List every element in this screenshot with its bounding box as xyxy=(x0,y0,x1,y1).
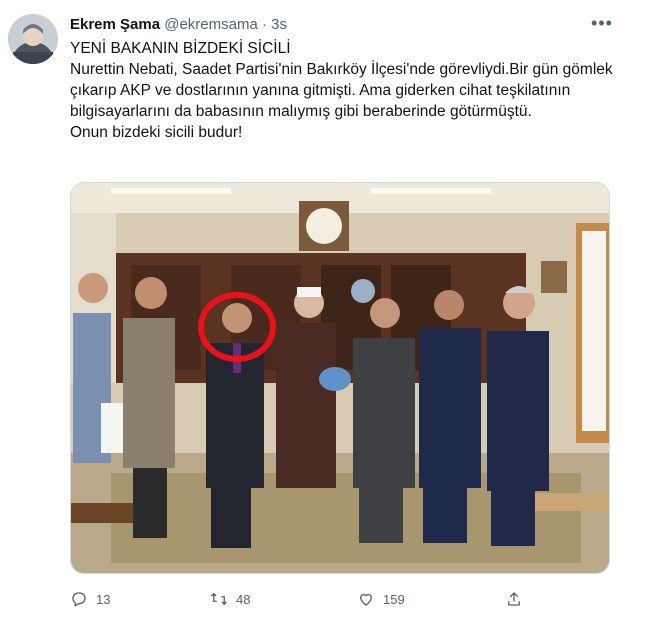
like-button[interactable]: 159 xyxy=(357,588,405,610)
heart-icon xyxy=(360,593,372,606)
avatar-image xyxy=(8,14,58,64)
retweet-button[interactable]: 48 xyxy=(210,588,250,610)
tweet-text: YENİ BAKANIN BİZDEKİ SİCİLİ Nurettin Neb… xyxy=(70,38,615,143)
tweet-header: Ekrem Şama @ekremsama · 3s xyxy=(70,16,287,33)
more-horizontal-icon[interactable]: ••• xyxy=(590,12,614,34)
tweet-actions: 13 48 159 xyxy=(70,588,590,610)
tweet-card: Ekrem Şama @ekremsama · 3s ••• YENİ BAKA… xyxy=(0,0,650,626)
tweet-photo[interactable] xyxy=(70,182,610,574)
group-photo xyxy=(71,183,609,573)
avatar[interactable] xyxy=(8,14,58,64)
tweet-line-body: Nurettin Nebati, Saadet Partisi'nin Bakı… xyxy=(70,61,617,120)
tweet-line-closing: Onun bizdeki sicili budur! xyxy=(70,124,243,141)
tweet-time[interactable]: 3s xyxy=(271,16,287,33)
like-count: 159 xyxy=(383,591,405,607)
reply-button[interactable]: 13 xyxy=(70,588,110,610)
retweet-count: 48 xyxy=(236,591,251,607)
tweet-line-headline: YENİ BAKANIN BİZDEKİ SİCİLİ xyxy=(70,40,291,57)
reply-count: 13 xyxy=(96,591,111,607)
share-button[interactable] xyxy=(505,588,523,610)
share-icon xyxy=(508,592,520,606)
reply-icon xyxy=(72,592,86,607)
author-handle[interactable]: @ekremsama xyxy=(164,16,258,33)
separator: · xyxy=(262,16,267,33)
author-name[interactable]: Ekrem Şama xyxy=(70,16,160,33)
retweet-icon xyxy=(211,592,227,606)
